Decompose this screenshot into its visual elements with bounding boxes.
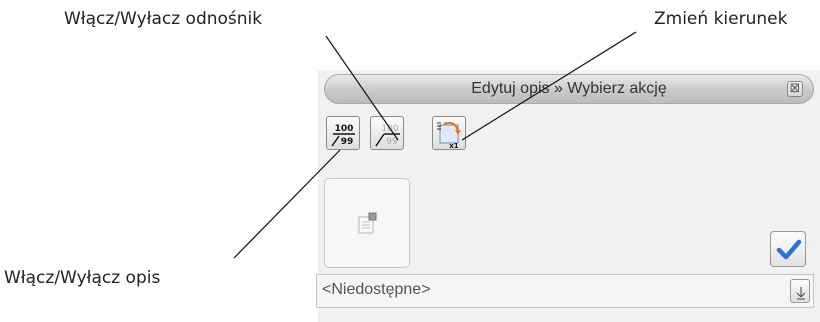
combo-dropdown-button[interactable] [790,279,810,303]
svg-text:x1: x1 [449,142,459,150]
toggle-reference-button[interactable]: 100 99 [370,116,404,150]
change-direction-button[interactable]: x1 [432,116,466,150]
down-arrow-icon [796,287,806,300]
combo-value: <Niedostępne> [322,281,431,298]
description-combo[interactable]: <Niedostępne> [316,274,814,308]
toggle-description-button[interactable]: 100 99 [326,116,360,150]
properties-icon [358,212,377,234]
close-icon[interactable]: ⊠ [787,81,803,97]
callout-toggle-reference: Włącz/Wyłacz odnośnik [64,9,263,29]
svg-text:99: 99 [341,137,354,147]
callout-change-direction: Zmień kierunek [654,9,788,29]
confirm-button[interactable] [770,231,806,267]
edit-description-dialog: Edytuj opis » Wybierz akcję ⊠ 100 99 100… [316,70,820,322]
reference-line-icon: 100 99 [375,124,400,147]
description-fraction-icon: 100 99 [331,124,355,147]
dialog-titlebar: Edytuj opis » Wybierz akcję ⊠ [324,74,814,104]
callout-toggle-description: Włącz/Wyłącz opis [4,268,161,288]
svg-text:99: 99 [386,137,398,147]
checkmark-icon [776,239,802,260]
dialog-title: Edytuj opis » Wybierz akcję [471,80,667,97]
properties-button[interactable] [324,178,410,268]
swap-direction-icon: x1 [437,121,461,150]
svg-text:100: 100 [335,124,354,134]
svg-text:100: 100 [381,124,398,134]
